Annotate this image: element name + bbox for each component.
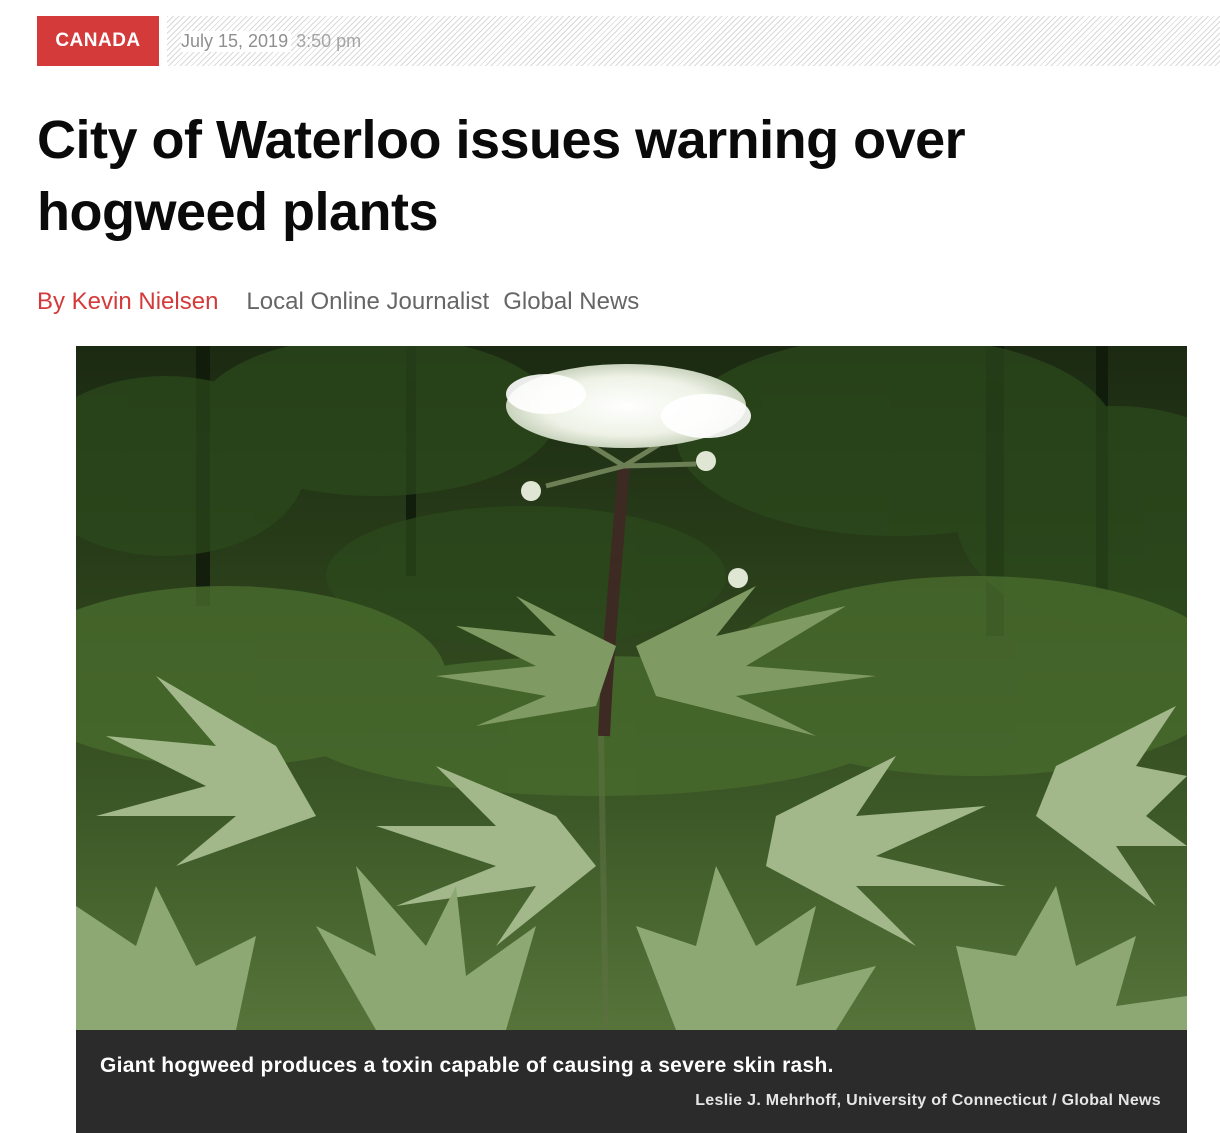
byline: By Kevin Nielsen Local Online Journalist… (37, 288, 639, 316)
dateline: July 15, 2019 3:50 pm (167, 16, 1220, 66)
article-meta-bar: CANADA July 15, 2019 3:50 pm (37, 16, 1220, 66)
category-badge[interactable]: CANADA (37, 16, 159, 66)
caption-bar: Giant hogweed produces a toxin capable o… (76, 1030, 1187, 1133)
author-role: Local Online Journalist (246, 288, 490, 315)
publish-time: 3:50 pm (296, 30, 362, 51)
photo-credit: Leslie J. Mehrhoff, University of Connec… (695, 1092, 1161, 1109)
article-page: CANADA July 15, 2019 3:50 pm City of Wat… (0, 0, 1220, 1133)
author-link[interactable]: By Kevin Nielsen (37, 288, 218, 316)
publish-date: July 15, 2019 (181, 30, 292, 52)
photo-caption: Giant hogweed produces a toxin capable o… (100, 1054, 834, 1077)
hogweed-photo[interactable] (76, 346, 1187, 1030)
article-figure: Giant hogweed produces a toxin capable o… (76, 346, 1187, 1133)
article-headline: City of Waterloo issues warning over hog… (37, 110, 966, 242)
outlet-name: Global News (503, 288, 640, 315)
